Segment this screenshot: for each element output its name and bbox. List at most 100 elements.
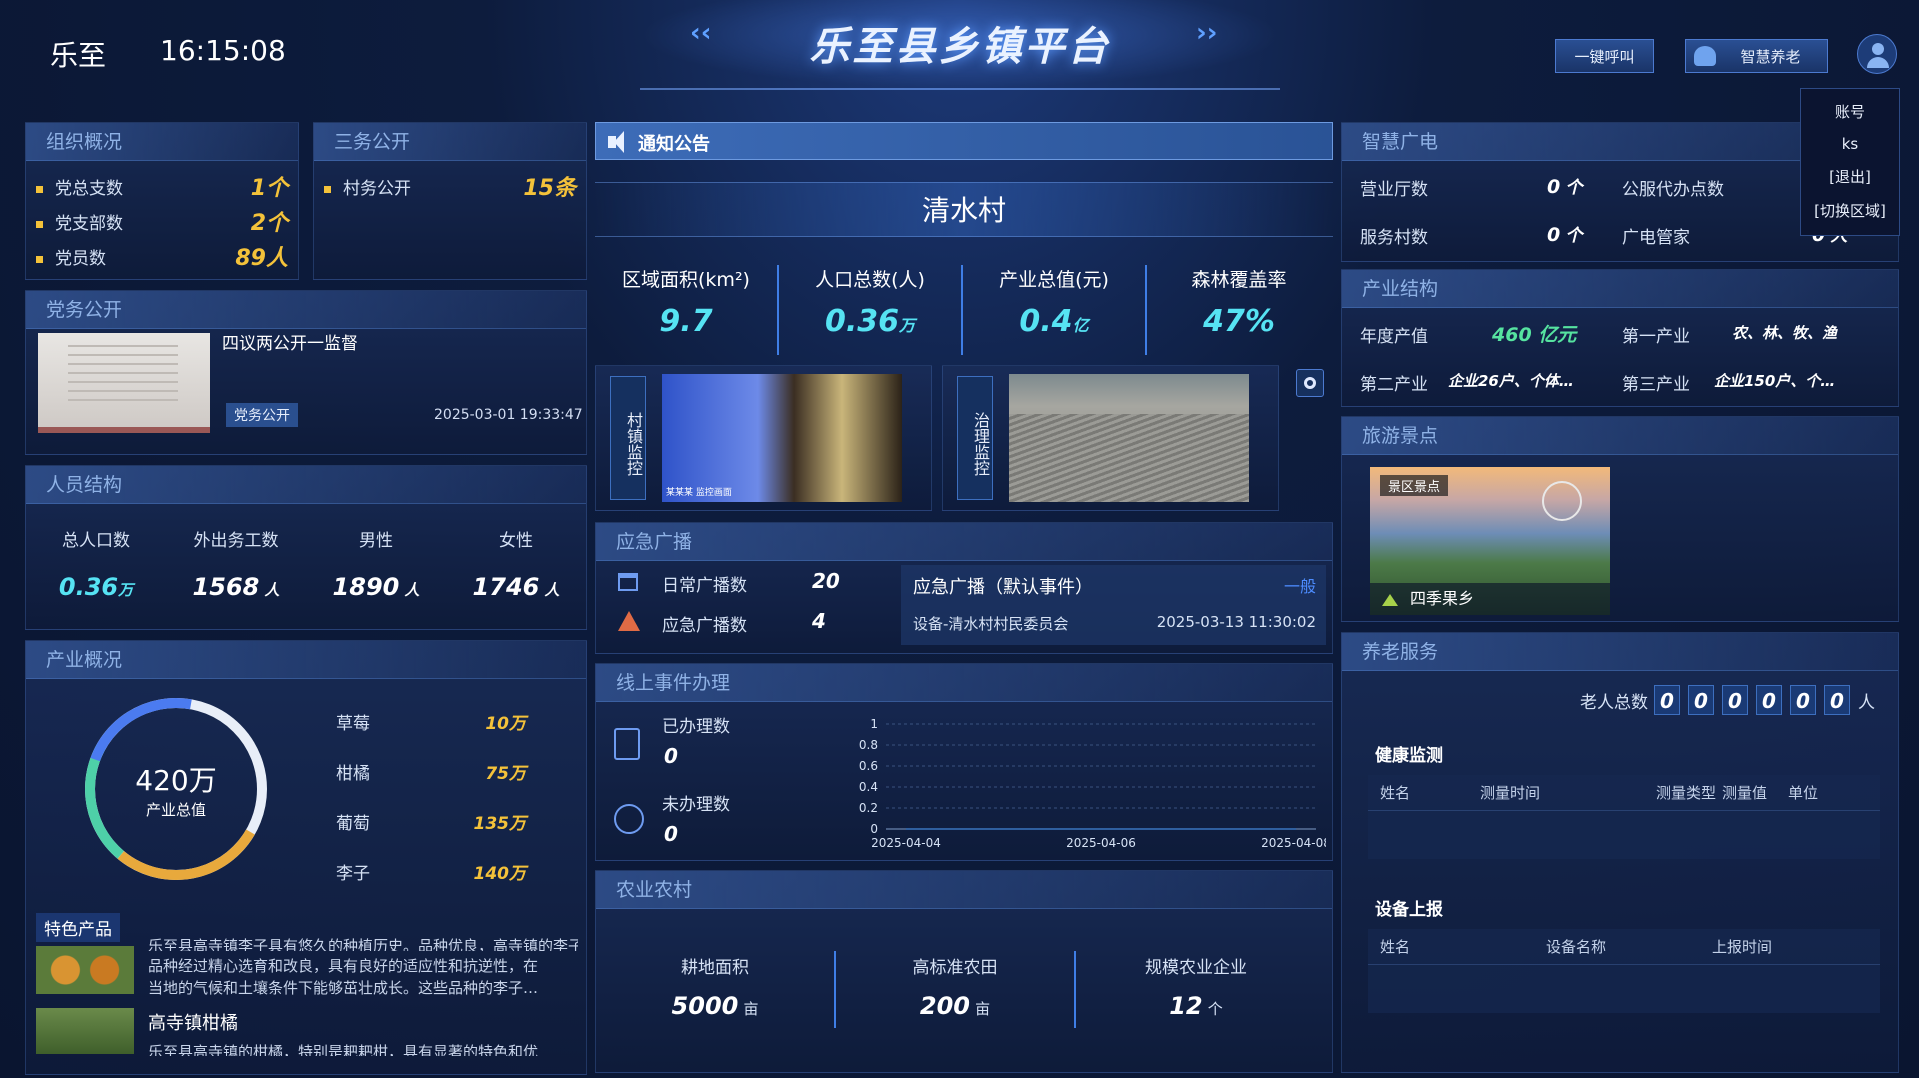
- tourism-tag: 景区景点: [1380, 475, 1449, 496]
- tourism-caption-bar: [1370, 583, 1610, 615]
- elder-title: 养老服务: [1342, 633, 1898, 671]
- daily-broadcast-label: 日常广播数: [662, 576, 747, 596]
- cam1-feed[interactable]: 某某某 监控画面: [662, 374, 902, 502]
- bullet-icon: [36, 186, 43, 193]
- people-col: 女性 1746 人: [472, 531, 560, 601]
- todo-value: 0: [664, 822, 678, 846]
- special-product-1-image[interactable]: [36, 946, 134, 994]
- industry-total-label: 产业总值: [145, 801, 206, 819]
- user-dropdown: 账号 ks [退出] [切换区域]: [1800, 88, 1900, 236]
- y-tick-label: 0.8: [859, 738, 878, 752]
- next-arrow-icon[interactable]: ››: [1196, 18, 1217, 48]
- elder-panel: 养老服务 老人总数 0 0 0 0 0 0 人 健康监测 姓名 测量时间 测量类…: [1341, 632, 1899, 1073]
- dashboard: 乐至 16:15:08 ‹‹ 乐至县乡镇平台 ›› 一键呼叫 智慧养老 账号 k…: [0, 0, 1919, 1078]
- party-doc-title[interactable]: 四议两公开一监督: [222, 329, 358, 354]
- emergency-broadcast-label: 应急广播数: [662, 616, 747, 636]
- logout-link[interactable]: [退出]: [1801, 166, 1899, 187]
- user-avatar-icon[interactable]: [1857, 34, 1897, 74]
- second-industry-label: 第二产业: [1360, 375, 1428, 395]
- people-col: 外出务工数 1568 人: [192, 531, 280, 601]
- digit-box: 0: [1654, 685, 1680, 715]
- prev-arrow-icon[interactable]: ‹‹: [690, 18, 711, 48]
- camera-lens: [1304, 377, 1316, 389]
- event-level: 一般: [1283, 577, 1316, 596]
- special-product-1-text-1: 乐至县高寺镇李子具有悠久的种植历史。品种优良，高寺镇的李子: [148, 937, 578, 951]
- stat-col: 区域面积(km²) 9.7: [595, 265, 779, 355]
- agri-grid: 耕地面积 5000 亩 高标准农田 200 亩 规模农业企业 12 个: [596, 951, 1332, 1028]
- stats-row: 区域面积(km²) 9.7 人口总数(人) 0.36万 产业总值(元) 0.4亿 森林…: [595, 265, 1333, 355]
- people-col: 男性 1890 人: [332, 531, 420, 601]
- x-tick-label: 2025-04-06: [1066, 836, 1136, 850]
- elder-total: 老人总数 0 0 0 0 0 0 人: [1580, 685, 1875, 715]
- bullet-icon: [36, 256, 43, 263]
- cam2-label[interactable]: 治理监控: [957, 376, 993, 500]
- digit-box: 0: [1688, 685, 1714, 715]
- one-key-call-button[interactable]: 一键呼叫: [1555, 39, 1654, 73]
- cam2-feed[interactable]: [1009, 374, 1249, 502]
- industry-row: 李子 140万: [336, 864, 526, 884]
- radio-village-label: 服务村数: [1360, 228, 1428, 248]
- bullet-icon: [324, 186, 331, 193]
- stat-col: 森林覆盖率 47%: [1191, 269, 1287, 339]
- agri-col: 耕地面积 5000 亩: [596, 951, 836, 1028]
- emergency-broadcast-value: 4: [812, 609, 826, 633]
- annual-label: 年度产值: [1360, 327, 1428, 347]
- special-product-1-text-2: 品种经过精心选育和改良，具有良好的适应性和抗逆性，在: [148, 957, 539, 975]
- health-table: 姓名 测量时间 测量类型 测量值 单位: [1368, 775, 1880, 859]
- ferris-wheel-icon: [1542, 481, 1582, 521]
- speaker-cone: [614, 131, 624, 153]
- digit-box: 0: [1756, 685, 1782, 715]
- online-panel: 线上事件办理 已办理数 0 未办理数 0 1 0.8 0.6 0.4 0.2 0 2025-…: [595, 663, 1333, 861]
- org-row-label: 党支部数: [36, 206, 123, 241]
- org-row-label: 党员数: [36, 241, 106, 276]
- org-panel: 组织概况 党总支数 1个 党支部数 2个 党员数 89人: [25, 122, 299, 280]
- industry-title: 产业概况: [26, 641, 586, 679]
- avatar-body: [1867, 57, 1889, 68]
- sanwu-row[interactable]: 村务公开 15条: [314, 161, 586, 206]
- sanwu-row-label: 村务公开: [324, 171, 411, 206]
- radio-agent-label: 公服代办点数: [1622, 180, 1724, 200]
- y-tick-label: 0.6: [859, 759, 878, 773]
- camera-settings-icon[interactable]: [1296, 369, 1324, 397]
- avatar-head: [1872, 43, 1884, 55]
- y-tick-label: 1: [870, 717, 878, 731]
- people-panel: 人员结构 总人口数 0.36万 外出务工数 1568 人 男性 1890 人 女性 17…: [25, 465, 587, 630]
- tourism-card[interactable]: 景区景点 四季果乡: [1370, 467, 1610, 615]
- switch-region-link[interactable]: [切换区域]: [1801, 200, 1899, 221]
- todo-label: 未办理数: [662, 795, 730, 815]
- third-industry-label: 第三产业: [1622, 375, 1690, 395]
- party-doc-thumbnail[interactable]: [38, 333, 210, 433]
- sanwu-row-value: 15条: [523, 176, 576, 201]
- clock: 16:15:08: [160, 34, 286, 67]
- structure-panel: 产业结构 年度产值 460 亿元 第一产业 农、林、牧、渔 第二产业 企业26户…: [1341, 269, 1899, 407]
- org-list: 党总支数 1个 党支部数 2个 党员数 89人: [26, 161, 298, 276]
- smart-elder-button[interactable]: 智慧养老: [1685, 39, 1828, 73]
- cam1-label[interactable]: 村镇监控: [610, 376, 646, 500]
- radio-manager-label: 广电管家: [1622, 228, 1690, 248]
- special-product-2-title[interactable]: 高寺镇柑橘: [148, 1009, 238, 1035]
- agri-col: 规模农业企业 12 个: [1145, 958, 1247, 1020]
- monitor-panel-1: 村镇监控 某某某 监控画面: [595, 365, 932, 511]
- online-title: 线上事件办理: [596, 664, 1332, 702]
- agri-title: 农业农村: [596, 871, 1332, 909]
- warning-icon: [618, 611, 640, 631]
- org-row-value: 2个: [250, 211, 288, 236]
- x-tick-label: 2025-04-08: [1261, 836, 1326, 850]
- event-time: 2025-03-13 11:30:02: [1156, 613, 1316, 631]
- sanwu-panel: 三务公开 村务公开 15条: [313, 122, 587, 280]
- cam1-overlay-text: 某某某 监控画面: [666, 488, 732, 498]
- smart-elder-label: 智慧养老: [1740, 48, 1801, 66]
- document-check-icon: [614, 728, 640, 760]
- daily-broadcast-value: 20: [812, 569, 840, 593]
- digit-box: 0: [1790, 685, 1816, 715]
- done-label: 已办理数: [662, 717, 730, 737]
- notice-bar[interactable]: 通知公告: [595, 122, 1333, 160]
- events-line-chart: 1 0.8 0.6 0.4 0.2 02025-04-04 2025-04-06 2025-0…: [859, 717, 1326, 850]
- first-industry-value: 农、林、牧、渔: [1732, 324, 1838, 342]
- special-product-2-text: 乐至县高寺镇的柑橘，特别是耙耙柑，具有显著的特色和优: [148, 1043, 539, 1056]
- tourism-title: 旅游景点: [1342, 417, 1898, 455]
- broadcast-event-card[interactable]: 应急广播（默认事件） 一般 设备-清水村村民委员会 2025-03-13 11:…: [901, 565, 1326, 645]
- special-product-2-image[interactable]: [36, 1008, 134, 1054]
- people-col: 总人口数 0.36万: [58, 531, 134, 601]
- structure-title: 产业结构: [1342, 270, 1898, 308]
